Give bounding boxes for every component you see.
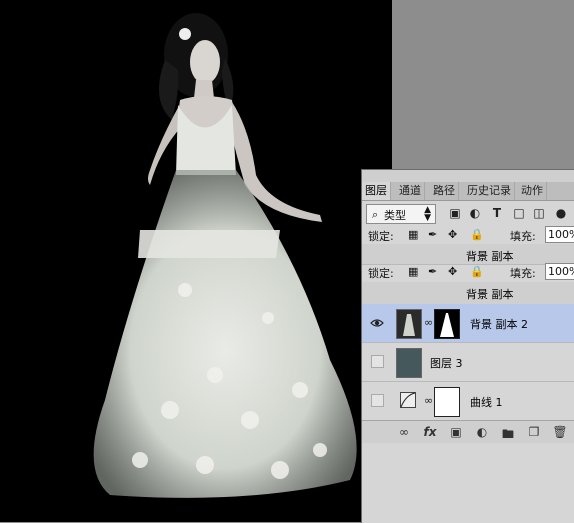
new-layer-icon[interactable]: ❐ bbox=[526, 425, 542, 439]
layer-name: 背景 副本 2 bbox=[470, 318, 528, 331]
visibility-toggle[interactable] bbox=[371, 355, 384, 368]
type-filter-icon[interactable]: T bbox=[490, 206, 504, 220]
fill-input[interactable]: 100% bbox=[545, 226, 574, 243]
layer-thumbnail bbox=[396, 348, 422, 378]
layer-filter-row: ⌕ 类型 ▲ ▼ ▣ ◐ T □ ◫ ● bbox=[366, 204, 571, 224]
shape-filter-icon[interactable]: □ bbox=[512, 206, 526, 220]
eye-icon[interactable] bbox=[370, 317, 384, 329]
kind-filter-label: 类型 bbox=[384, 209, 406, 222]
mask-icon[interactable]: ▣ bbox=[448, 425, 464, 439]
smart-object-filter-icon[interactable]: ◫ bbox=[532, 206, 546, 220]
layer-mask-thumbnail[interactable] bbox=[434, 387, 460, 417]
kind-filter-select[interactable]: ⌕ 类型 ▲ ▼ bbox=[366, 204, 436, 224]
chain-link-icon[interactable]: ∞ bbox=[424, 394, 433, 407]
stepper-arrows-icon: ▲ ▼ bbox=[424, 205, 431, 223]
fx-icon[interactable]: fx bbox=[422, 425, 438, 439]
layer-row-background-copy-2[interactable]: ∞ 背景 副本 2 bbox=[362, 304, 574, 343]
fill-input-duplicate[interactable]: 100% bbox=[545, 263, 574, 280]
adjustment-icon[interactable]: ◐ bbox=[474, 425, 490, 439]
tab-actions[interactable]: 动作 bbox=[518, 182, 547, 200]
tab-paths[interactable]: 路径 bbox=[430, 182, 459, 200]
layer-row-curves-1[interactable]: ∞ 曲线 1 bbox=[362, 382, 574, 421]
lock-brush-icon[interactable]: ✒ bbox=[428, 265, 437, 278]
trash-icon[interactable]: 🗑 bbox=[552, 425, 568, 439]
panel-bottom-toolbar: ∞ fx ▣ ◐ 🖿 ❐ 🗑 bbox=[362, 420, 574, 443]
lock-move-icon[interactable]: ✥ bbox=[448, 265, 457, 278]
ghost-layer-name-2: 背景 副本 bbox=[466, 288, 514, 301]
search-icon: ⌕ bbox=[372, 208, 379, 221]
visibility-toggle[interactable] bbox=[371, 394, 384, 407]
curves-icon bbox=[400, 392, 416, 408]
panel-grip[interactable] bbox=[362, 170, 574, 182]
lock-row: 锁定: ▦ ✒ ✥ 🔒 填充: 100% bbox=[364, 226, 574, 244]
tab-layers[interactable]: 图层 bbox=[362, 182, 391, 200]
layer-thumbnail bbox=[396, 309, 422, 339]
ghost-layer-row: 背景 副本 bbox=[362, 244, 574, 265]
lock-all-icon[interactable]: 🔒 bbox=[470, 228, 484, 241]
image-filter-icon[interactable]: ▣ bbox=[448, 206, 462, 220]
lock-label: 锁定: bbox=[368, 230, 394, 243]
tab-history[interactable]: 历史记录 bbox=[464, 182, 515, 200]
bride-photo bbox=[93, 13, 357, 498]
chain-link-icon[interactable]: ∞ bbox=[424, 316, 433, 329]
layer-row-layer-3[interactable]: 图层 3 bbox=[362, 343, 574, 382]
lock-transparent-icon[interactable]: ▦ bbox=[408, 228, 418, 241]
filter-toggle-icon[interactable]: ● bbox=[554, 206, 568, 220]
lock-transparent-icon[interactable]: ▦ bbox=[408, 265, 418, 278]
layer-name: 图层 3 bbox=[430, 357, 463, 370]
link-icon[interactable]: ∞ bbox=[396, 425, 412, 439]
lock-label-duplicate: 锁定: bbox=[368, 267, 394, 280]
adjustment-filter-icon[interactable]: ◐ bbox=[468, 206, 482, 220]
lock-all-icon[interactable]: 🔒 bbox=[470, 265, 484, 278]
layer-name: 曲线 1 bbox=[470, 396, 503, 409]
layer-mask-thumbnail[interactable] bbox=[434, 309, 460, 339]
fill-label: 填充: bbox=[510, 230, 536, 243]
panel-tabs: 图层 通道 路径 历史记录 动作 bbox=[362, 182, 574, 201]
lock-move-icon[interactable]: ✥ bbox=[448, 228, 457, 241]
ghost-layer-row-2: 背景 副本 bbox=[362, 282, 574, 305]
document-canvas[interactable] bbox=[0, 0, 392, 522]
lock-row-duplicate: 锁定: ▦ ✒ ✥ 🔒 填充: 100% bbox=[364, 263, 574, 281]
tab-channels[interactable]: 通道 bbox=[396, 182, 425, 200]
lock-brush-icon[interactable]: ✒ bbox=[428, 228, 437, 241]
ghost-layer-name: 背景 副本 bbox=[466, 250, 514, 263]
folder-icon[interactable]: 🖿 bbox=[500, 425, 516, 446]
layers-panel: 图层 通道 路径 历史记录 动作 ⌕ 类型 ▲ ▼ ▣ ◐ T □ ◫ ● 锁定:… bbox=[361, 169, 574, 523]
fill-label-duplicate: 填充: bbox=[510, 267, 536, 280]
